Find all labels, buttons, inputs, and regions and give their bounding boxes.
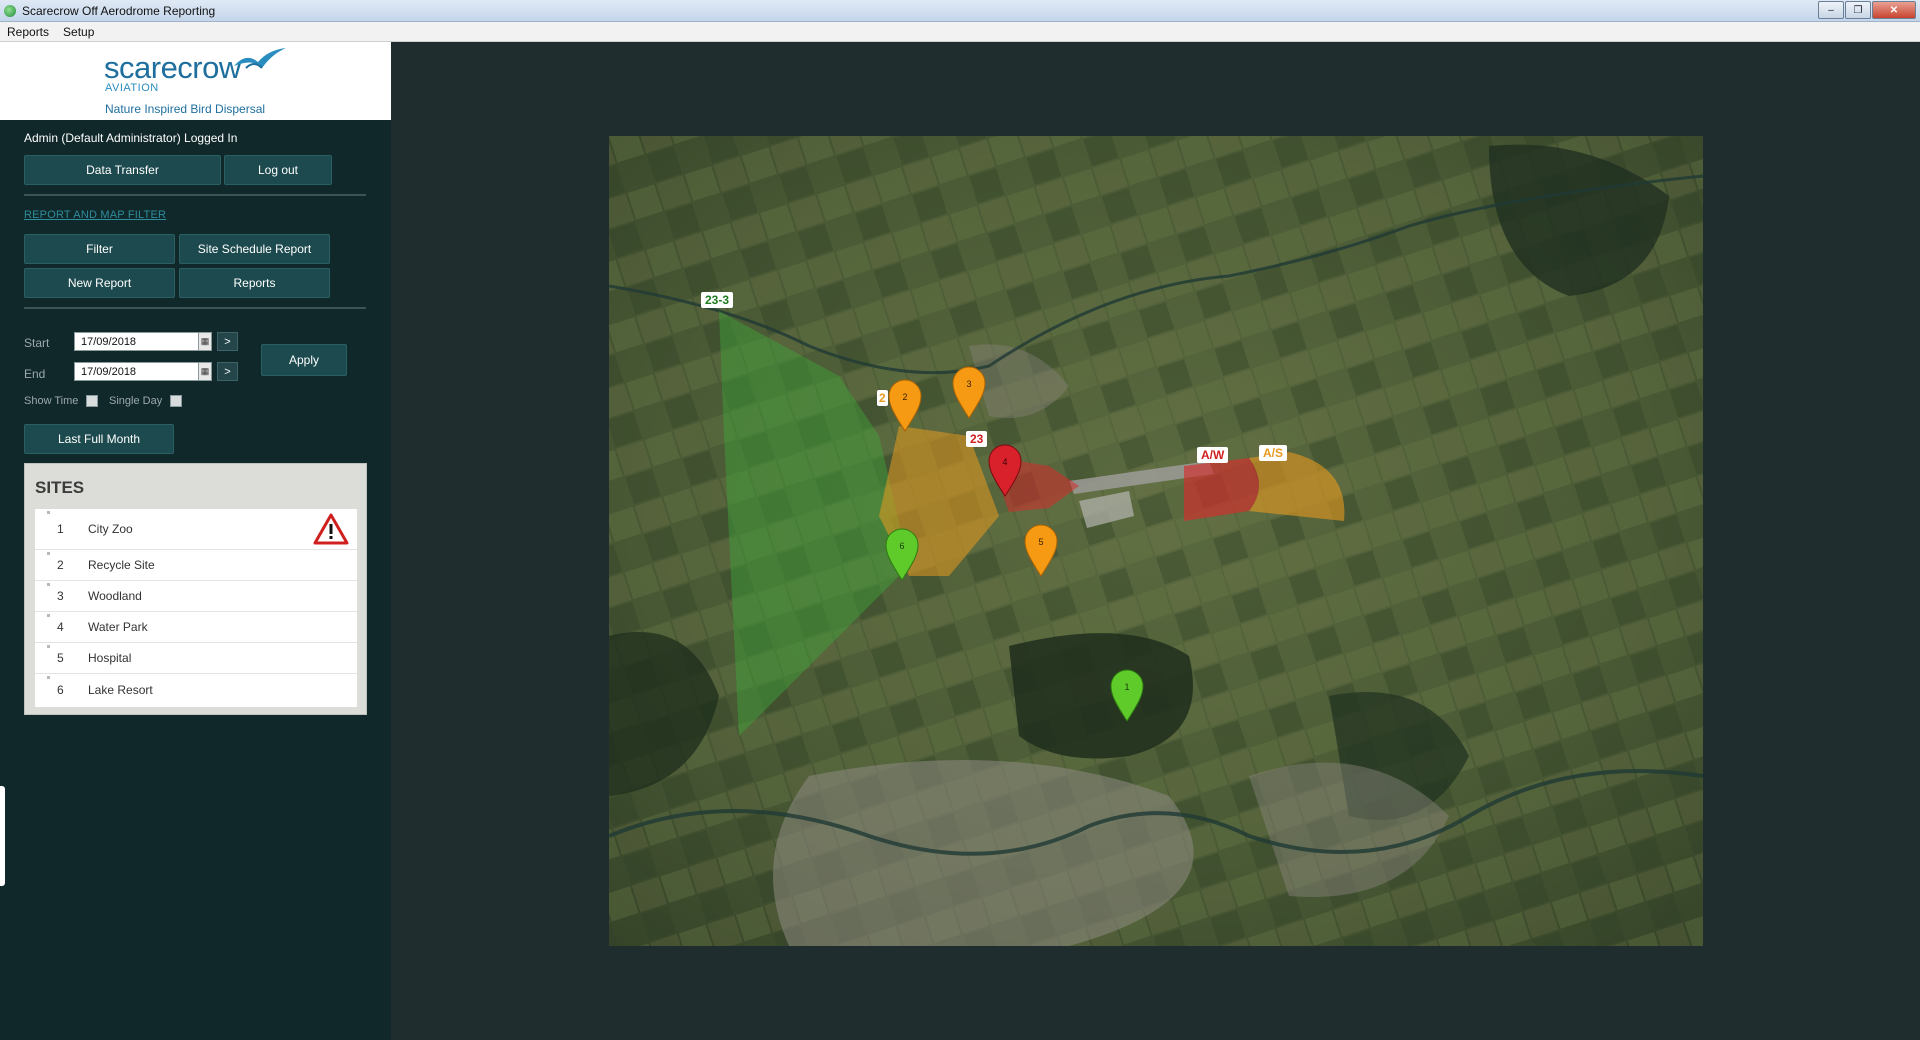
logo: scarecrow AVIATION Nature Inspired Bird … [0,42,391,120]
row-marker [47,645,50,648]
window-controls: ‒ ❐ ✕ [1818,1,1916,19]
menu-bar: Reports Setup [0,22,1920,42]
show-time-label: Show Time [24,395,79,407]
marker-label: 5 [1038,537,1043,547]
log-out-button[interactable]: Log out [224,155,332,185]
new-report-button[interactable]: New Report [24,268,175,298]
site-number: 3 [57,589,64,603]
site-number: 6 [57,682,64,697]
maximize-button[interactable]: ❐ [1845,1,1871,19]
apply-button[interactable]: Apply [261,344,347,376]
site-row[interactable]: 2 Recycle Site [35,550,357,581]
bird-logo-icon [234,48,286,69]
site-row[interactable]: 3 Woodland [35,581,357,612]
menu-reports[interactable]: Reports [0,25,56,39]
marker-label: 4 [1002,457,1007,467]
marker-label: 2 [902,392,907,402]
sites-title: SITES [35,478,85,497]
window-titlebar: Scarecrow Off Aerodrome Reporting ‒ ❐ ✕ [0,0,1920,22]
logo-brand: scarecrow [104,50,241,85]
last-full-month-button[interactable]: Last Full Month [24,424,174,454]
warning-icon [313,513,349,545]
start-label: Start [24,336,50,350]
end-next-button[interactable]: > [217,362,238,381]
data-transfer-button[interactable]: Data Transfer [24,155,221,185]
row-marker [47,676,50,679]
logo-sub: AVIATION [105,82,159,94]
close-button[interactable]: ✕ [1872,1,1916,19]
marker-label: 1 [1124,682,1129,692]
zone-label-23-3[interactable]: 23-3 [701,292,734,308]
sidebar: scarecrow AVIATION Nature Inspired Bird … [0,42,391,1040]
divider [24,194,366,196]
minimize-button[interactable]: ‒ [1818,1,1844,19]
divider [24,307,366,309]
marker-label: 6 [899,541,904,551]
site-name: Hospital [88,651,132,665]
site-name: Woodland [88,589,142,603]
side-panel-handle[interactable] [0,786,5,886]
start-next-button[interactable]: > [217,332,238,351]
site-name: City Zoo [88,522,133,536]
report-map-filter-link[interactable]: REPORT AND MAP FILTER [24,209,166,221]
site-number: 5 [57,651,64,665]
site-name: Water Park [88,620,148,634]
zone-label-aw[interactable]: A/W [1197,447,1229,463]
site-number: 4 [57,620,64,634]
site-row[interactable]: 1 City Zoo [35,509,357,550]
satellite-map[interactable]: 1 2 3 4 5 6 [609,136,1703,946]
filter-button[interactable]: Filter [24,234,175,264]
calendar-icon[interactable]: ▦ [198,362,212,381]
logo-tagline: Nature Inspired Bird Dispersal [105,102,266,116]
show-time-checkbox[interactable] [86,395,98,407]
zone-label-2[interactable]: 2 [877,390,888,406]
single-day-checkbox[interactable] [170,395,182,407]
sites-panel: SITES 1 City Zoo 2 Recycle Site 3 Woodla… [24,463,367,715]
app-icon [4,4,16,17]
site-row[interactable]: 5 Hospital [35,643,357,674]
reports-button[interactable]: Reports [179,268,330,298]
site-number: 2 [57,558,64,572]
site-number: 1 [57,522,64,536]
zone-label-23[interactable]: 23 [966,431,988,447]
logged-in-status: Admin (Default Administrator) Logged In [24,131,238,145]
marker-label: 3 [966,379,971,389]
site-name: Recycle Site [88,558,155,572]
map-view[interactable]: 1 2 3 4 5 6 23-3 2 23 A/W A/S [609,136,1703,946]
forest-area [1009,633,1193,759]
end-label: End [24,367,46,381]
row-marker [47,552,50,555]
site-row[interactable]: 6 Lake Resort [35,674,357,705]
calendar-icon[interactable]: ▦ [198,332,212,351]
sites-list: 1 City Zoo 2 Recycle Site 3 Woodland 4 W… [35,509,357,707]
row-marker [47,583,50,586]
site-name: Lake Resort [88,682,153,697]
site-schedule-report-button[interactable]: Site Schedule Report [179,234,330,264]
menu-setup[interactable]: Setup [56,25,101,39]
single-day-label: Single Day [109,395,163,407]
start-date-field[interactable]: 17/09/2018 [74,332,212,351]
zone-label-as[interactable]: A/S [1259,445,1288,461]
site-row[interactable]: 4 Water Park [35,612,357,643]
end-date-field[interactable]: 17/09/2018 [74,362,212,381]
row-marker [47,614,50,617]
row-marker [47,511,50,514]
window-title: Scarecrow Off Aerodrome Reporting [22,3,216,18]
